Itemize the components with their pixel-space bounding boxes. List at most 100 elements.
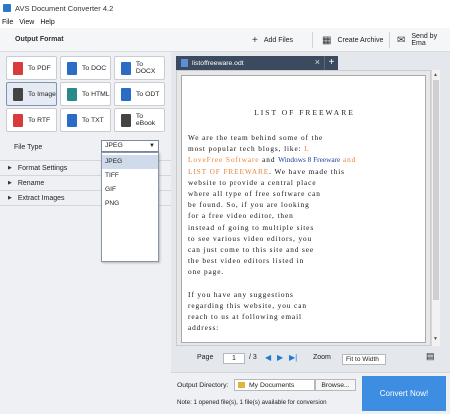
last-page-icon[interactable]: ▶| (289, 353, 297, 362)
page-label: Page (197, 354, 214, 361)
document-text: where all type of free software can (188, 189, 321, 198)
convert-now-button[interactable]: Convert Now! (362, 376, 446, 411)
menu-view[interactable]: View (19, 19, 34, 26)
browse-button[interactable]: Browse... (315, 379, 356, 391)
pdf-icon (13, 61, 23, 75)
output-panel: Output Directory: My Documents Browse...… (171, 372, 450, 414)
document-text: for a free video editor, then (188, 211, 294, 221)
zoom-select[interactable]: Fit to Width (342, 354, 386, 365)
format-label: To ODT (136, 90, 160, 98)
odt-icon (121, 87, 131, 101)
window-title: AVS Document Converter 4.2 (15, 3, 114, 13)
ebook-icon (121, 113, 131, 127)
document-tab-label: listoffreeware.odt (192, 59, 244, 67)
format-label: To DOCX (135, 61, 156, 75)
zoom-value: Fit to Width (346, 356, 379, 363)
document-text: website to provide a central place (188, 177, 317, 187)
add-files-button[interactable]: + Add Files (252, 33, 293, 47)
app-icon (3, 4, 11, 12)
document-link[interactable]: Windows 8 Freeware (278, 155, 340, 164)
document-viewer[interactable]: LIST OF FREEWARE We are the team behind … (176, 70, 431, 346)
format-to-doc[interactable]: To DOC (60, 56, 111, 80)
document-line: LoveFree Software and Windows 8 Freeware… (188, 155, 356, 164)
menu-help[interactable]: Help (40, 19, 54, 26)
format-to-ebook[interactable]: To eBook (114, 108, 165, 132)
document-line: If you have any suggestions (188, 290, 294, 299)
menu-file[interactable]: File (2, 19, 13, 26)
format-label: To TXT (82, 116, 104, 124)
add-files-label: Add Files (263, 36, 294, 44)
output-directory-select[interactable]: My Documents (234, 379, 315, 391)
format-to-docx[interactable]: To DOCX (114, 56, 165, 80)
document-text: be found. So, if you are looking (188, 200, 310, 210)
document-text: the best video editors listed in (188, 256, 305, 266)
file-type-dropdown: JPEG TIFF GIF PNG (101, 152, 159, 262)
conversion-note: Note: 1 opened file(s), 1 file(s) availa… (177, 399, 327, 406)
plus-icon: + (252, 34, 258, 46)
close-icon[interactable]: × (315, 57, 320, 67)
format-label: To DOC (82, 64, 107, 72)
document-line: website to provide a central place (188, 178, 316, 187)
file-type-select[interactable]: JPEG ▼ (101, 140, 159, 152)
document-line: instead of going to multiple sites (188, 223, 314, 232)
file-type-option[interactable]: PNG (102, 197, 158, 211)
format-to-txt[interactable]: To TXT (60, 108, 111, 132)
vertical-scrollbar[interactable]: ▲ ▼ (431, 70, 440, 346)
toolbar-separator (389, 32, 390, 48)
create-archive-label: Create Archive (337, 36, 384, 44)
document-text: can just come to this site and see (188, 245, 315, 254)
section-label: Format Settings (17, 164, 68, 172)
print-icon[interactable]: ▤ (426, 351, 435, 362)
format-to-image[interactable]: To Image (6, 82, 57, 106)
document-page: LIST OF FREEWARE We are the team behind … (181, 75, 426, 343)
document-line: be found. So, if you are looking (188, 200, 310, 209)
scrollbar-thumb[interactable] (433, 80, 439, 300)
document-text: most popular tech blogs, like: (188, 144, 305, 154)
document-navigation: Page 1 / 3 ◀ ▶ ▶| Zoom Fit to Width ▤ (171, 348, 450, 370)
document-line: reach to us at following email (188, 312, 302, 321)
file-type-option[interactable]: TIFF (102, 169, 158, 183)
expand-triangle-icon: ▶ (8, 180, 12, 186)
document-line: most popular tech blogs, like: L (188, 144, 310, 153)
archive-icon: ▦ (322, 34, 332, 46)
document-line: address: (188, 323, 219, 332)
zoom-label: Zoom (313, 354, 331, 361)
format-to-html[interactable]: To HTML (60, 82, 111, 106)
envelope-icon: ✉ (397, 34, 406, 46)
document-line: We are the team behind some of the (188, 133, 323, 142)
page-number-input[interactable]: 1 (223, 353, 245, 364)
document-text: LIST OF FREEWARE (188, 166, 270, 176)
add-tab-button[interactable]: + (324, 56, 338, 70)
send-by-email-button[interactable]: ✉ Send by Ema (397, 33, 450, 47)
document-text: L (304, 144, 310, 154)
scroll-up-icon[interactable]: ▲ (433, 72, 438, 78)
document-text: We are the team behind some of the (188, 133, 324, 142)
document-text: . We have made this (269, 166, 345, 176)
format-label: To HTML (82, 90, 110, 98)
image-icon (13, 87, 23, 101)
format-to-odt[interactable]: To ODT (114, 82, 165, 106)
document-text: LoveFree Software (188, 155, 260, 165)
document-text: and (259, 155, 279, 165)
file-type-option[interactable]: JPEG (102, 155, 158, 169)
document-tab[interactable]: listoffreeware.odt × (176, 56, 324, 70)
scroll-down-icon[interactable]: ▼ (433, 336, 438, 342)
docx-icon (121, 61, 131, 75)
prev-page-icon[interactable]: ◀ (265, 353, 271, 362)
document-text: instead of going to multiple sites (188, 222, 315, 232)
create-archive-button[interactable]: ▦ Create Archive (322, 33, 383, 47)
format-label: To RTF (28, 116, 51, 124)
title-bar: AVS Document Converter 4.2 (0, 0, 450, 16)
file-type-option[interactable]: GIF (102, 183, 158, 197)
next-page-icon[interactable]: ▶ (277, 353, 283, 362)
document-text: reach to us at following email (188, 312, 302, 322)
format-to-pdf[interactable]: To PDF (6, 56, 57, 80)
file-type-label: File Type (14, 144, 43, 151)
document-line: LIST OF FREEWARE. We have made this (188, 167, 345, 176)
output-format-heading: Output Format (15, 36, 64, 43)
section-label: Rename (17, 179, 45, 187)
document-line: where all type of free software can (188, 189, 321, 198)
page-total: / 3 (249, 354, 257, 361)
format-to-rtf[interactable]: To RTF (6, 108, 57, 132)
expand-triangle-icon: ▶ (8, 195, 12, 201)
